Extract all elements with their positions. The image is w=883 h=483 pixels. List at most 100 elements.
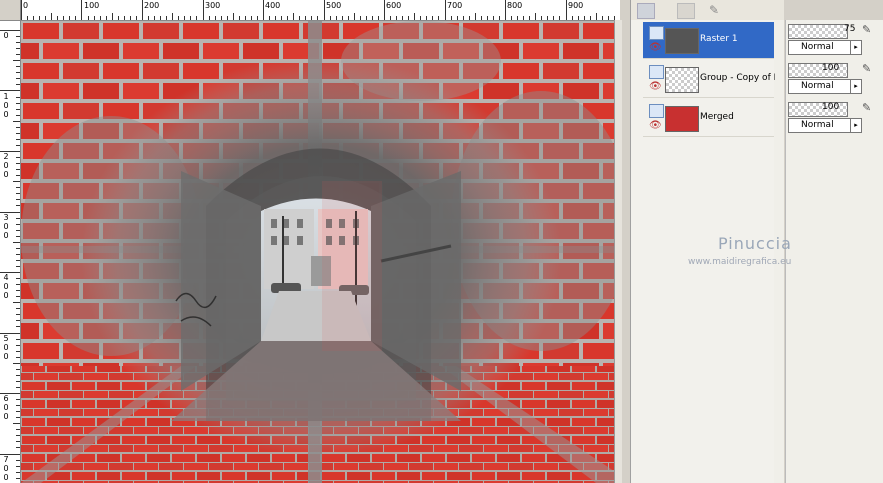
ruler-tick xyxy=(16,284,20,285)
ruler-tick xyxy=(16,266,20,267)
ruler-tick xyxy=(275,16,276,20)
image-canvas[interactable] xyxy=(21,21,614,483)
ruler-tick xyxy=(51,13,52,20)
ruler-tick xyxy=(330,16,331,20)
layer-name: Raster 1 xyxy=(700,34,738,44)
layer-type-icon xyxy=(649,104,664,118)
ruler-tick xyxy=(16,205,20,206)
ruler-tick xyxy=(499,16,500,20)
ruler-label: 6 xyxy=(3,394,9,403)
ruler-tick xyxy=(16,339,20,340)
ruler-label: 5 xyxy=(3,334,9,343)
ruler-label: 600 xyxy=(386,1,402,10)
ruler-tick xyxy=(221,16,222,20)
ruler-tick xyxy=(16,169,20,170)
ruler-tick xyxy=(390,16,391,20)
watermark-site: www.maidiregrafica.eu xyxy=(688,257,792,267)
ruler-tick xyxy=(16,478,20,479)
opacity-value: 75 xyxy=(844,24,856,34)
visibility-eye-icon[interactable]: 👁 xyxy=(649,120,662,132)
ruler-tick xyxy=(566,0,567,20)
blend-mode-select[interactable]: Normal xyxy=(788,118,852,133)
ruler-tick xyxy=(16,308,20,309)
brush-icon[interactable]: ✎ xyxy=(862,23,871,36)
ruler-tick xyxy=(245,16,246,20)
ruler-label: 7 xyxy=(3,455,9,464)
ruler-tick xyxy=(445,0,446,20)
brush-icon[interactable]: ✎ xyxy=(862,62,871,75)
ruler-tick xyxy=(148,16,149,20)
ruler-tick xyxy=(457,16,458,20)
ruler-label: 800 xyxy=(507,1,523,10)
ruler-tick xyxy=(100,16,101,20)
ruler-tick xyxy=(317,16,318,20)
delete-layer-icon[interactable] xyxy=(677,3,695,19)
ruler-tick xyxy=(559,16,560,20)
ruler-tick xyxy=(239,16,240,20)
ruler-tick xyxy=(572,16,573,20)
ruler-tick xyxy=(16,175,20,176)
ruler-tick xyxy=(529,16,530,20)
visibility-eye-icon[interactable]: 👁 xyxy=(649,42,662,54)
ruler-tick xyxy=(426,16,427,20)
layer-row-raster-1[interactable]: 👁 Raster 1 xyxy=(643,22,774,59)
layer-thumbnail xyxy=(665,67,699,93)
ruler-tick xyxy=(451,16,452,20)
ruler-tick xyxy=(596,13,597,20)
ruler-tick xyxy=(16,133,20,134)
blend-mode-select[interactable]: Normal xyxy=(788,79,852,94)
ruler-tick xyxy=(511,16,512,20)
ruler-tick xyxy=(16,42,20,43)
ruler-tick xyxy=(88,16,89,20)
ruler-tick xyxy=(16,48,20,49)
layer-props-group-copy: 100 ✎ Normal ▸ xyxy=(786,61,883,97)
ruler-tick xyxy=(39,16,40,20)
ruler-tick xyxy=(590,16,591,20)
ruler-label: 700 xyxy=(447,1,463,10)
new-layer-icon[interactable] xyxy=(637,3,655,19)
blend-mode-arrow-icon[interactable]: ▸ xyxy=(850,118,862,133)
ruler-tick xyxy=(16,387,20,388)
ruler-label: 0 xyxy=(3,291,9,300)
ruler-tick xyxy=(16,314,20,315)
ruler-tick xyxy=(160,16,161,20)
ruler-tick xyxy=(136,16,137,20)
ruler-tick xyxy=(16,278,20,279)
ruler-tick xyxy=(16,466,20,467)
ruler-tick xyxy=(16,290,20,291)
ruler-tick xyxy=(438,16,439,20)
ruler-label: 0 xyxy=(3,231,9,240)
layer-row-group-copy[interactable]: 👁 Group - Copy of M xyxy=(643,61,775,98)
ruler-tick xyxy=(203,0,204,20)
ruler-tick xyxy=(112,13,113,20)
ruler-tick xyxy=(16,399,20,400)
ruler-label: 0 xyxy=(3,101,9,110)
layer-name: Merged xyxy=(700,112,734,122)
ruler-tick xyxy=(602,16,603,20)
ruler-tick xyxy=(16,441,20,442)
ruler-tick xyxy=(517,16,518,20)
layer-props-merged: 100 ✎ Normal ▸ xyxy=(786,100,883,136)
edit-pencil-icon[interactable]: ✎ xyxy=(709,3,721,17)
brush-icon[interactable]: ✎ xyxy=(862,101,871,114)
layer-name: Group - Copy of M xyxy=(700,73,775,83)
ruler-tick xyxy=(13,121,20,122)
ruler-tick xyxy=(215,16,216,20)
ruler-tick xyxy=(354,13,355,20)
ruler-tick xyxy=(16,139,20,140)
ruler-tick xyxy=(366,16,367,20)
opacity-slider[interactable] xyxy=(788,24,848,39)
ruler-tick xyxy=(13,60,20,61)
layer-type-icon xyxy=(649,65,664,79)
blend-mode-arrow-icon[interactable]: ▸ xyxy=(850,40,862,55)
ruler-tick xyxy=(16,157,20,158)
ruler-tick xyxy=(16,72,20,73)
blend-mode-arrow-icon[interactable]: ▸ xyxy=(850,79,862,94)
ruler-tick xyxy=(463,16,464,20)
ruler-tick xyxy=(16,375,20,376)
ruler-tick xyxy=(57,16,58,20)
ruler-tick xyxy=(263,0,264,20)
blend-mode-select[interactable]: Normal xyxy=(788,40,852,55)
layer-row-merged[interactable]: 👁 Merged xyxy=(643,100,774,137)
visibility-eye-icon[interactable]: 👁 xyxy=(649,81,662,93)
